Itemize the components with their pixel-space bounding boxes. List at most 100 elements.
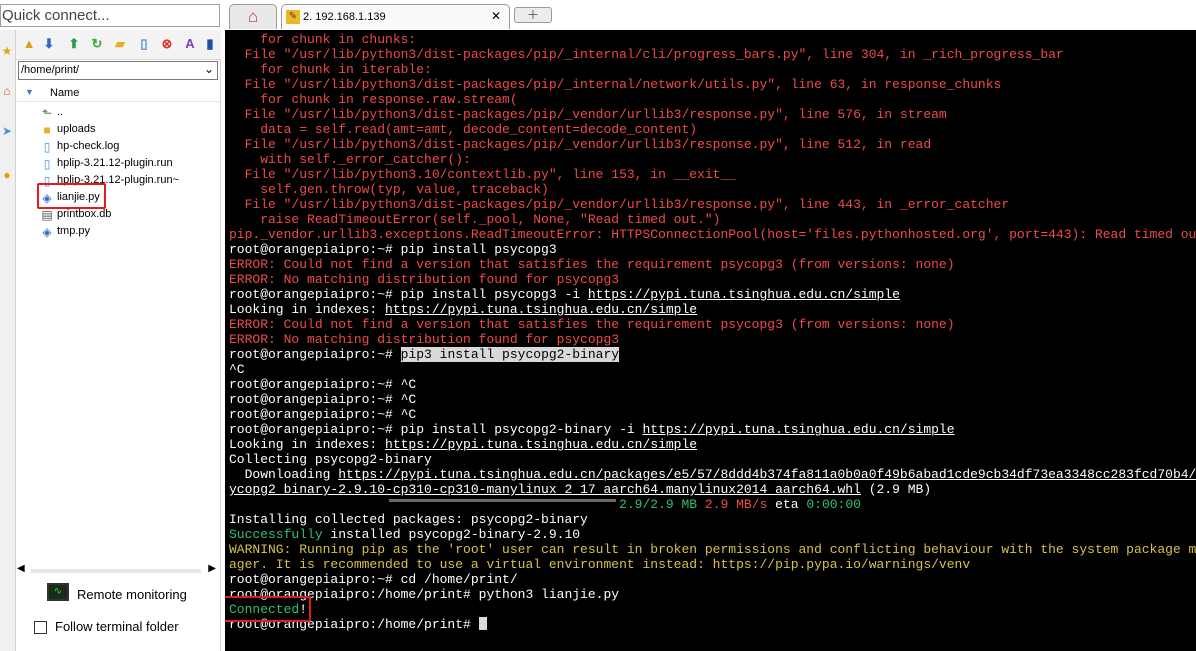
file-list-header: ▼ Name — [16, 84, 221, 102]
terminal-line: ^C — [229, 362, 245, 377]
send-icon[interactable]: ➤ — [0, 122, 14, 140]
quick-connect-input[interactable] — [0, 4, 220, 27]
terminal-line: raise ReadTimeoutError(self._pool, None,… — [229, 212, 720, 227]
terminal[interactable]: for chunk in chunks: File "/usr/lib/pyth… — [225, 30, 1196, 651]
terminal-link[interactable]: https://pypi.tuna.tsinghua.edu.cn/simple — [642, 422, 954, 437]
download-progress-bar — [389, 499, 616, 502]
terminal-cursor — [478, 617, 487, 630]
parent-folder-icon[interactable]: ▲ — [21, 36, 37, 52]
scroll-right-icon[interactable]: ▶ — [208, 563, 216, 574]
file-icon: ▯ — [43, 157, 51, 171]
left-side-strip: ★ ⌂ ➤ ● — [0, 30, 16, 651]
path-dropdown[interactable]: /home/print/ ⌄ — [18, 61, 218, 80]
terminal-text: Collecting psycopg2-binary — [229, 452, 432, 467]
terminal-line: Collecting psycopg2-binary — [229, 452, 432, 467]
terminal-text: root@orangepiaipro:~# ^C — [229, 392, 417, 407]
file-row[interactable]: ⬑ .. — [38, 105, 218, 122]
terminal-text: installed psycopg2-binary-2.9.10 — [322, 527, 581, 542]
download-icon[interactable]: ⬇ — [41, 36, 57, 52]
terminal-text: 2.9/2.9 MB — [619, 497, 705, 512]
follow-terminal-checkbox[interactable] — [34, 621, 47, 634]
column-name[interactable]: Name — [50, 87, 79, 99]
terminal-text: pip3 install psycopg2-binary — [400, 347, 620, 362]
file-name: printbox.db — [57, 208, 112, 220]
terminal-text: ERROR: No matching distribution found fo… — [229, 272, 620, 287]
terminal-line: WARNING: Running pip as the 'root' user … — [229, 542, 1196, 557]
terminal-text: ager. It is recommended to use a virtual… — [229, 557, 971, 572]
new-file-icon[interactable]: ▯ — [136, 36, 152, 52]
new-tab-button[interactable]: ＋ — [514, 7, 552, 23]
scroll-track[interactable] — [31, 569, 201, 573]
horizontal-scrollbar[interactable]: ◀ ▶ — [17, 563, 216, 578]
rename-icon[interactable]: A — [182, 36, 198, 52]
new-tab-icon: ＋ — [526, 8, 539, 22]
file-icon: ▯ — [43, 140, 51, 154]
terminal-text: root@orangepiaipro:~# pip install psycop… — [229, 422, 643, 437]
terminal-text: for chunk in response.raw.stream( — [229, 92, 518, 107]
terminal-text: ERROR: Could not find a version that sat… — [229, 257, 955, 272]
terminal-line: Downloading https://pypi.tuna.tsinghua.e… — [229, 467, 1196, 482]
terminal-text: self.gen.throw(typ, value, traceback) — [229, 182, 549, 197]
terminal-text: root@orangepiaipro:~# cd /home/print/ — [229, 572, 518, 587]
sort-icon[interactable]: ▼ — [25, 87, 34, 97]
terminal-link[interactable]: https://pypi.tuna.tsinghua.edu.cn/simple — [385, 437, 697, 452]
file-row[interactable]: ▯ hp-check.log — [38, 139, 218, 156]
terminal-text: eta — [767, 497, 807, 512]
tab-session[interactable]: ✎ 2. 192.168.1.139 ✕ — [281, 4, 510, 29]
remote-monitoring-button[interactable]: Remote monitoring — [77, 587, 187, 602]
terminal-text: root@orangepiaipro:~# pip install psycop… — [229, 242, 557, 257]
terminal-line: for chunk in response.raw.stream( — [229, 92, 518, 107]
home-tab[interactable]: ⌂ — [229, 4, 277, 29]
new-folder-icon[interactable]: ▰ — [112, 36, 128, 52]
highlight-box-lianjie — [37, 183, 106, 209]
terminal-text: root@orangepiaipro:~# — [229, 347, 401, 362]
path-text: /home/print/ — [21, 64, 80, 76]
file-name: .. — [57, 106, 64, 118]
sftp-browser: ▲ ⬇ ⬆ ↻ ▰ ▯ ⊗ A ▮ /home/print/ ⌄ ▼ Name … — [16, 30, 221, 651]
terminal-text: File "/usr/lib/python3/dist-packages/pip… — [229, 107, 947, 122]
file-row[interactable]: ▯ hplip-3.21.12-plugin.run — [38, 156, 218, 173]
terminal-text: Installing collected packages: psycopg2-… — [229, 512, 588, 527]
terminal-link[interactable]: https://pypi.tuna.tsinghua.edu.cn/packag… — [338, 467, 1196, 482]
terminal-text: File "/usr/lib/python3/dist-packages/pip… — [229, 77, 1002, 92]
terminal-line: File "/usr/lib/python3/dist-packages/pip… — [229, 107, 947, 122]
terminal-line: with self._error_catcher(): — [229, 152, 471, 167]
close-icon[interactable]: ✕ — [491, 9, 501, 23]
tool-icon[interactable]: ⌂ — [0, 82, 14, 100]
refresh-icon[interactable]: ↻ — [89, 36, 105, 52]
terminal-link[interactable]: https://pypi.tuna.tsinghua.edu.cn/simple — [385, 302, 697, 317]
terminal-line: root@orangepiaipro:~# ^C — [229, 392, 416, 407]
upload-icon[interactable]: ⬆ — [66, 36, 82, 52]
terminal-text: File "/usr/lib/python3/dist-packages/pip… — [229, 197, 1010, 212]
terminal-line: File "/usr/lib/python3/dist-packages/pip… — [229, 197, 1010, 212]
cookie-icon[interactable]: ● — [0, 166, 14, 184]
terminal-text: 2.9 MB/s — [704, 497, 768, 512]
properties-icon[interactable]: ▮ — [202, 36, 218, 52]
database-file-icon: ▤ — [41, 208, 53, 222]
terminal-line: File "/usr/lib/python3/dist-packages/pip… — [229, 47, 1064, 62]
file-row[interactable]: ■ uploads — [38, 122, 218, 139]
terminal-text: raise ReadTimeoutError(self._pool, None,… — [229, 212, 721, 227]
python-file-icon: ◈ — [42, 225, 52, 239]
terminal-text: (2.9 MB) — [860, 482, 932, 497]
terminal-line: ERROR: Could not find a version that sat… — [229, 257, 955, 272]
file-row[interactable]: ▤ printbox.db — [38, 207, 218, 224]
terminal-line: root@orangepiaipro:~# cd /home/print/ — [229, 572, 518, 587]
delete-icon[interactable]: ⊗ — [159, 36, 175, 52]
terminal-link[interactable]: https://pypi.tuna.tsinghua.edu.cn/simple — [588, 287, 900, 302]
highlight-box-connected — [225, 596, 311, 622]
file-row[interactable]: ◈ tmp.py — [38, 224, 218, 241]
terminal-text: File "/usr/lib/python3.10/contextlib.py"… — [229, 167, 737, 182]
terminal-text: Downloading — [229, 467, 339, 482]
session-tab-label: 2. 192.168.1.139 — [303, 11, 386, 23]
terminal-link[interactable]: ycopg2_binary-2.9.10-cp310-cp310-manylin… — [229, 482, 861, 497]
terminal-text: File "/usr/lib/python3/dist-packages/pip… — [229, 137, 932, 152]
home-icon: ⌂ — [247, 7, 259, 26]
terminal-line: for chunk in chunks: — [229, 32, 416, 47]
star-icon[interactable]: ★ — [0, 42, 14, 60]
terminal-line: root@orangepiaipro:~# ^C — [229, 377, 416, 392]
terminal-line: ERROR: Could not find a version that sat… — [229, 317, 955, 332]
scroll-left-icon[interactable]: ◀ — [17, 563, 25, 574]
monitor-icon[interactable]: ∿ — [47, 583, 69, 601]
file-name: tmp.py — [57, 225, 91, 237]
